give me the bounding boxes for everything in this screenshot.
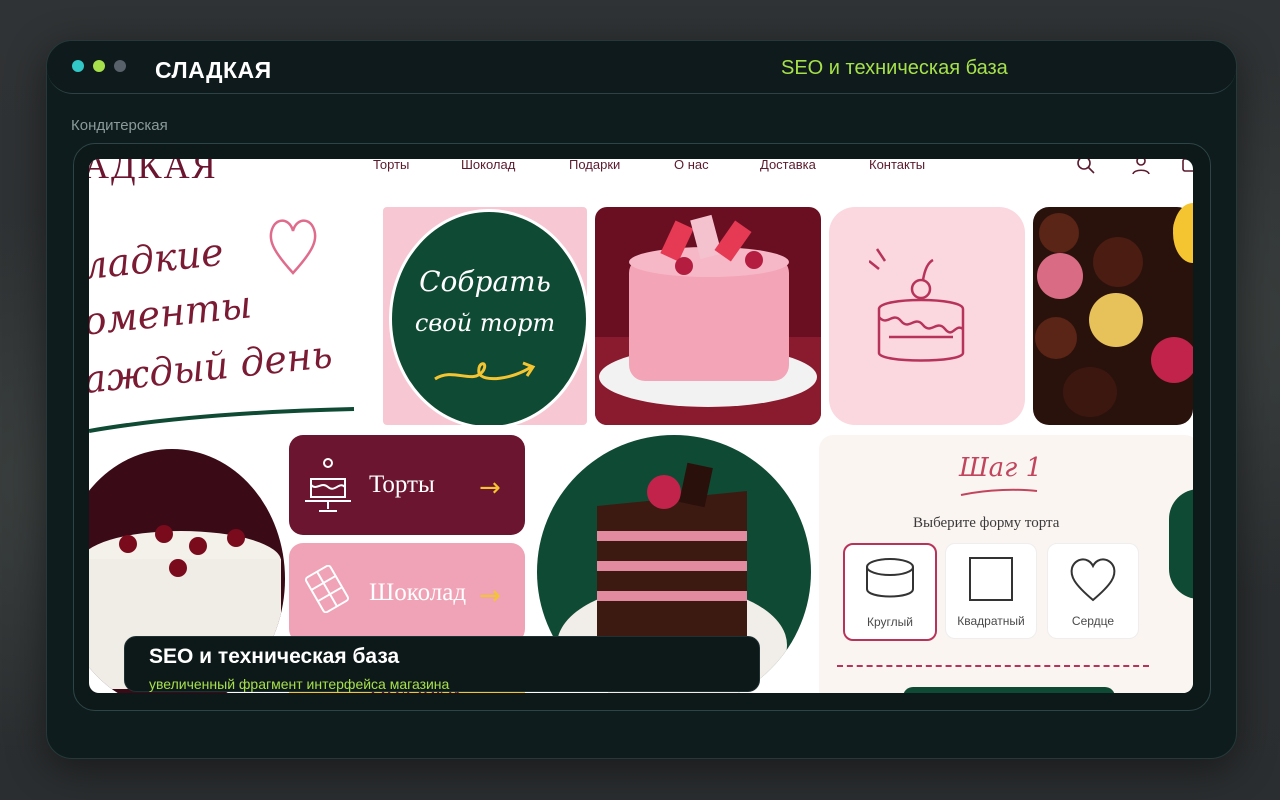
preview-frame: АДКАЯ Торты Шоколад Подарки О нас Достав… [73,143,1211,711]
window-title: SEO и техническая база [781,57,1008,79]
shape-option-heart[interactable]: Сердце [1047,543,1139,639]
nav-item-gifts[interactable]: Подарки [569,159,620,172]
shape-label-heart: Сердце [1071,614,1115,628]
cake-illustration-card [829,207,1025,425]
hero-line-1: ладкие [89,229,226,289]
step-next-button[interactable] [903,687,1115,693]
chocolates-photo [1033,207,1193,425]
category-cakes-button[interactable]: Торты → [289,435,525,535]
step-underline-icon [960,488,1038,496]
round-shape-icon [866,558,914,598]
square-shape-icon [969,557,1013,601]
heart-doodle-icon [269,219,317,275]
search-icon[interactable] [1076,159,1096,175]
hero-line-3: аждый день [89,332,335,402]
hero-underline-icon [89,407,355,433]
hero-slogan: ладкие оменты аждый день [89,199,379,439]
step-prompt: Выберите форму торта [913,515,1060,531]
window-dot-green[interactable] [93,60,105,72]
swirl-arrow-icon [434,361,536,381]
storefront-screenshot: АДКАЯ Торты Шоколад Подарки О нас Достав… [89,159,1193,693]
cart-icon[interactable] [1181,159,1193,175]
nav-item-delivery[interactable]: Доставка [760,159,816,172]
title-bar: СЛАДКАЯ SEO и техническая база [47,41,1236,94]
site-logo[interactable]: АДКАЯ [89,159,218,187]
caption-title: SEO и техническая база [149,645,400,668]
step-panel: Шаг 1 Выберите форму торта Круглый Квадр… [819,435,1193,693]
caption-overlay: SEO и техническая база увеличенный фрагм… [124,636,760,692]
cake-outline-icon [869,248,965,362]
nav-item-contacts[interactable]: Контакты [869,159,925,172]
decor-blob [1169,489,1193,599]
nav-item-cakes[interactable]: Торты [373,159,409,172]
user-icon[interactable] [1131,159,1151,175]
build-cake-line-2: свой торт [414,309,556,337]
step-title: Шаг 1 [959,453,1043,483]
shape-label-round: Круглый [867,615,913,629]
cake-stand-icon [305,458,351,512]
build-cake-card[interactable]: Собрать свой торт [383,207,587,425]
shape-label-square: Квадратный [957,614,1025,628]
brand-title: СЛАДКАЯ [155,57,272,83]
app-window: СЛАДКАЯ SEO и техническая база Кондитерс… [46,40,1237,759]
caption-subtitle: увеличенный фрагмент интерфейса магазина [149,676,450,692]
build-cake-line-1: Собрать [419,265,551,298]
shape-option-round[interactable]: Круглый [843,543,937,641]
window-dot-gray[interactable] [114,60,126,72]
window-dot-teal[interactable] [72,60,84,72]
arrow-right-icon: → [479,581,501,611]
nav-item-about[interactable]: О нас [674,159,709,172]
step-divider [837,665,1149,667]
arrow-right-icon: → [479,473,501,503]
section-label: Кондитерская [71,117,168,134]
heart-shape-icon [1070,558,1116,602]
shape-option-square[interactable]: Квадратный [945,543,1037,639]
chocolate-bar-icon [304,565,350,613]
category-cakes-label: Торты [369,471,435,498]
nav-item-chocolate[interactable]: Шоколад [461,159,515,172]
category-chocolate-label: Шоколад [369,579,467,606]
pink-cake-photo [595,207,821,425]
category-chocolate-button[interactable]: Шоколад → [289,543,525,643]
hero-line-2: оменты [89,282,254,344]
